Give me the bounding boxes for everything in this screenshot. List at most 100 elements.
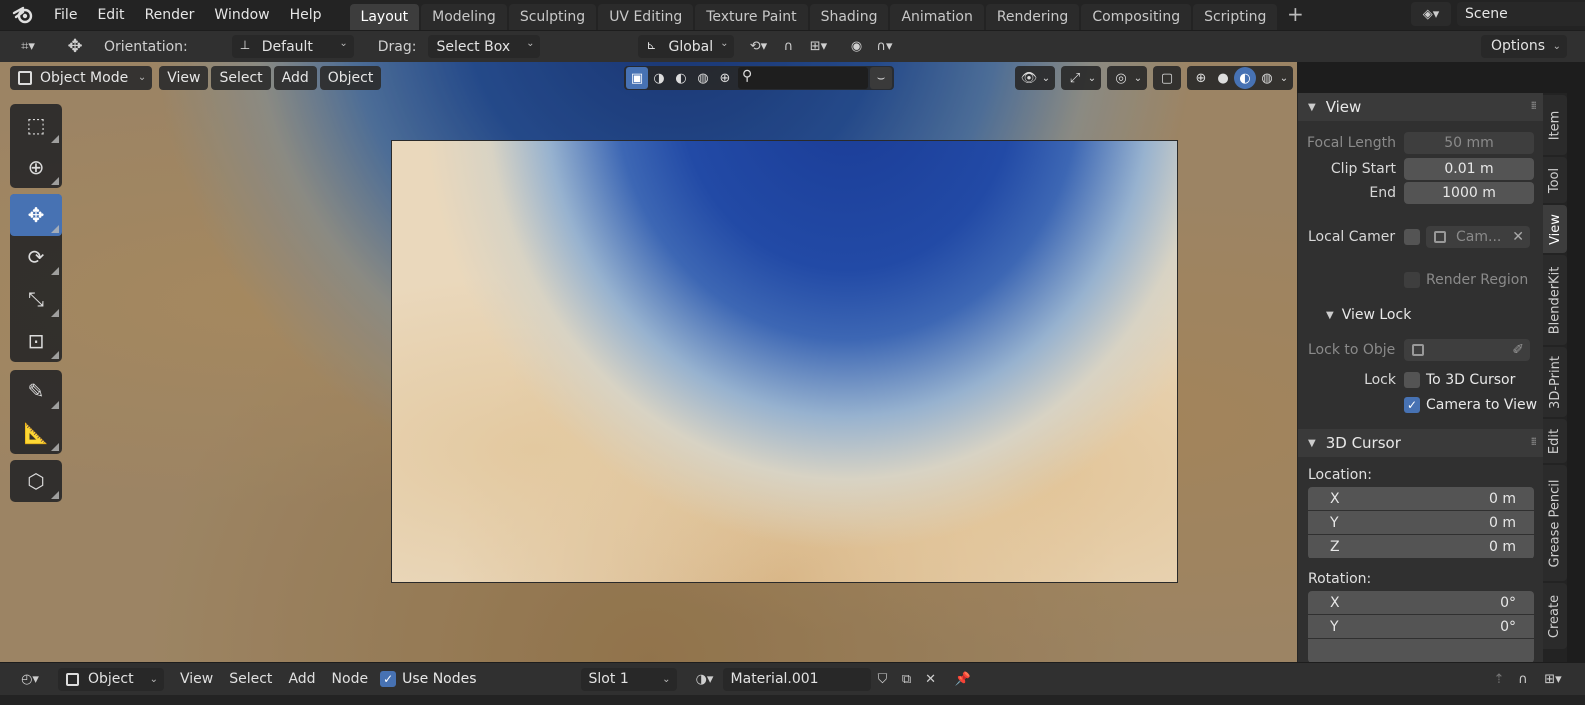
select-mode-intersect-icon[interactable]: ⊕ — [714, 67, 736, 89]
tab-rendering[interactable]: Rendering — [985, 4, 1080, 30]
visibility-eye-icon[interactable]: 👁 — [1018, 67, 1040, 89]
material-browse-icon[interactable]: ◑▾ — [687, 668, 723, 690]
viewport-menu-view[interactable]: View — [159, 66, 209, 90]
tab-sculpting[interactable]: Sculpting — [508, 4, 597, 30]
menu-edit[interactable]: Edit — [87, 2, 134, 28]
local-camera-field[interactable]: Cam... ✕ — [1426, 226, 1530, 248]
chevron-down-icon[interactable]: ⌄ — [1132, 67, 1144, 89]
lock-to-object-field[interactable]: ✐ — [1404, 339, 1530, 361]
overlays-icon[interactable]: ◎ — [1110, 67, 1132, 89]
viewport-menu-select[interactable]: Select — [211, 66, 271, 90]
menu-help[interactable]: Help — [280, 2, 332, 28]
viewport-menu-add[interactable]: Add — [273, 66, 317, 90]
tab-animation[interactable]: Animation — [890, 4, 984, 30]
select-mode-invert-icon[interactable]: ◍ — [692, 67, 714, 89]
material-name-field[interactable]: Material.001 — [722, 667, 871, 691]
menu-file[interactable]: File — [44, 2, 87, 28]
transform-tool-icon[interactable]: ⊡ — [10, 320, 62, 362]
sidebar-tab-create[interactable]: Create — [1543, 583, 1567, 649]
3d-cursor-panel-header[interactable]: ▼ 3D Cursor ⁞⁞⁞ — [1298, 429, 1543, 457]
view-lock-subpanel-header[interactable]: ▼ View Lock — [1298, 302, 1543, 328]
pivot-point-icon[interactable]: ⟲▾ — [740, 36, 776, 58]
fake-user-shield-icon[interactable]: ⛉ — [871, 668, 895, 690]
tab-compositing[interactable]: Compositing — [1081, 4, 1192, 30]
sidebar-tab-edit[interactable]: Edit — [1543, 419, 1567, 463]
select-box-tool-icon[interactable]: ⬚ — [10, 104, 62, 146]
rotation-x-field[interactable]: X 0° — [1308, 591, 1534, 614]
solid-shading-icon[interactable]: ● — [1212, 67, 1234, 89]
annotate-tool-icon[interactable]: ✎ — [10, 370, 62, 412]
gizmo-icon[interactable]: ⤢ — [1064, 67, 1086, 89]
snap-target-icon[interactable]: ⊞▾ — [800, 36, 836, 58]
slot-dropdown[interactable]: Slot 1 ⌄ — [580, 667, 677, 691]
node-menu-view[interactable]: View — [180, 671, 213, 687]
select-mode-extend-icon[interactable]: ◑ — [648, 67, 670, 89]
transform-orientation-dropdown[interactable]: ⊾ Global ⌄ — [638, 35, 735, 58]
panel-drag-handle-icon[interactable]: ⁞⁞⁞ — [1531, 435, 1537, 448]
scale-tool-icon[interactable]: ⤡ — [10, 278, 62, 320]
scene-icon[interactable]: ◈▾ — [1411, 2, 1451, 26]
rotate-tool-icon[interactable]: ⟳ — [10, 236, 62, 278]
sidebar-tab-3d-print[interactable]: 3D-Print — [1543, 347, 1567, 417]
shader-type-dropdown[interactable]: Object ⌄ — [58, 667, 164, 691]
orientation-dropdown[interactable]: ⊥ Default ⌄ — [231, 35, 354, 58]
proportional-falloff-icon[interactable]: ∩▾ — [868, 36, 900, 58]
xray-toggle-icon[interactable]: ▢ — [1156, 67, 1178, 89]
clip-end-field[interactable]: 1000 m — [1404, 182, 1534, 204]
eyedropper-icon[interactable]: ✐ — [1512, 339, 1524, 361]
node-menu-select[interactable]: Select — [229, 671, 272, 687]
node-menu-add[interactable]: Add — [288, 671, 315, 687]
camera-to-view-checkbox[interactable]: ✓ — [1404, 397, 1420, 413]
add-workspace-icon[interactable]: + — [1283, 3, 1307, 27]
tab-layout[interactable]: Layout — [349, 4, 420, 30]
measure-tool-icon[interactable]: 📐 — [10, 412, 62, 454]
select-mode-subtract-icon[interactable]: ◐ — [670, 67, 692, 89]
blender-logo-icon[interactable] — [12, 4, 34, 26]
search-options-icon[interactable]: ⌣ — [870, 67, 892, 89]
material-preview-shading-icon[interactable]: ◐ — [1234, 67, 1256, 89]
rendered-shading-icon[interactable]: ◍ — [1256, 67, 1278, 89]
snap-element-icon[interactable]: ⊞▾ — [1535, 668, 1571, 690]
parent-node-tree-icon[interactable]: ⇡ — [1487, 668, 1511, 690]
options-dropdown[interactable]: Options ⌄ — [1480, 35, 1567, 58]
tab-scripting[interactable]: Scripting — [1193, 4, 1278, 30]
to-3d-cursor-checkbox[interactable] — [1404, 372, 1420, 388]
menu-render[interactable]: Render — [135, 2, 205, 28]
clear-icon[interactable]: ✕ — [1512, 226, 1524, 248]
scene-name-field[interactable]: Scene — [1457, 2, 1585, 26]
unlink-material-icon[interactable]: ✕ — [919, 668, 943, 690]
node-menu-node[interactable]: Node — [332, 671, 369, 687]
cursor-tool-icon[interactable]: ⊕ — [10, 146, 62, 188]
sidebar-tab-item[interactable]: Item — [1543, 95, 1567, 155]
add-cube-tool-icon[interactable]: ⬡ — [10, 460, 62, 502]
menu-window[interactable]: Window — [204, 2, 279, 28]
local-camera-checkbox[interactable] — [1404, 229, 1420, 245]
chevron-down-icon[interactable]: ⌄ — [1278, 67, 1290, 89]
tab-uv-editing[interactable]: UV Editing — [598, 4, 694, 30]
clip-start-field[interactable]: 0.01 m — [1404, 158, 1534, 180]
sidebar-tab-grease-pencil[interactable]: Grease Pencil — [1543, 465, 1567, 581]
proportional-edit-icon[interactable]: ◉ — [844, 36, 868, 58]
viewport-search-field[interactable]: ⚲ — [738, 67, 868, 89]
viewport-menu-object[interactable]: Object — [319, 66, 382, 90]
object-mode-dropdown[interactable]: Object Mode ⌄ — [10, 66, 153, 90]
focal-length-field[interactable]: 50 mm — [1404, 132, 1534, 154]
chevron-down-icon[interactable]: ⌄ — [1040, 67, 1052, 89]
duplicate-material-icon[interactable]: ⧉ — [895, 668, 919, 690]
tab-shading[interactable]: Shading — [809, 4, 889, 30]
panel-drag-handle-icon[interactable]: ⁞⁞⁞ — [1531, 99, 1537, 112]
chevron-down-icon[interactable]: ⌄ — [1086, 67, 1098, 89]
wireframe-shading-icon[interactable]: ⊕ — [1190, 67, 1212, 89]
select-mode-set-icon[interactable]: ▣ — [626, 67, 648, 89]
sidebar-tab-tool[interactable]: Tool — [1543, 157, 1567, 203]
tab-modeling[interactable]: Modeling — [421, 4, 507, 30]
sidebar-tab-view[interactable]: View — [1543, 205, 1567, 253]
location-z-field[interactable]: Z0 m — [1308, 535, 1534, 558]
rotation-y-field[interactable]: Y 0° — [1308, 615, 1534, 638]
drag-dropdown[interactable]: Select Box ⌄ — [428, 35, 541, 58]
tab-texture-paint[interactable]: Texture Paint — [695, 4, 808, 30]
location-y-field[interactable]: Y0 m — [1308, 511, 1534, 534]
sidebar-tab-blenderkit[interactable]: BlenderKit — [1543, 255, 1567, 345]
snap-toggle-icon[interactable]: ∩ — [776, 36, 800, 58]
pin-icon[interactable]: 📌 — [951, 668, 975, 690]
